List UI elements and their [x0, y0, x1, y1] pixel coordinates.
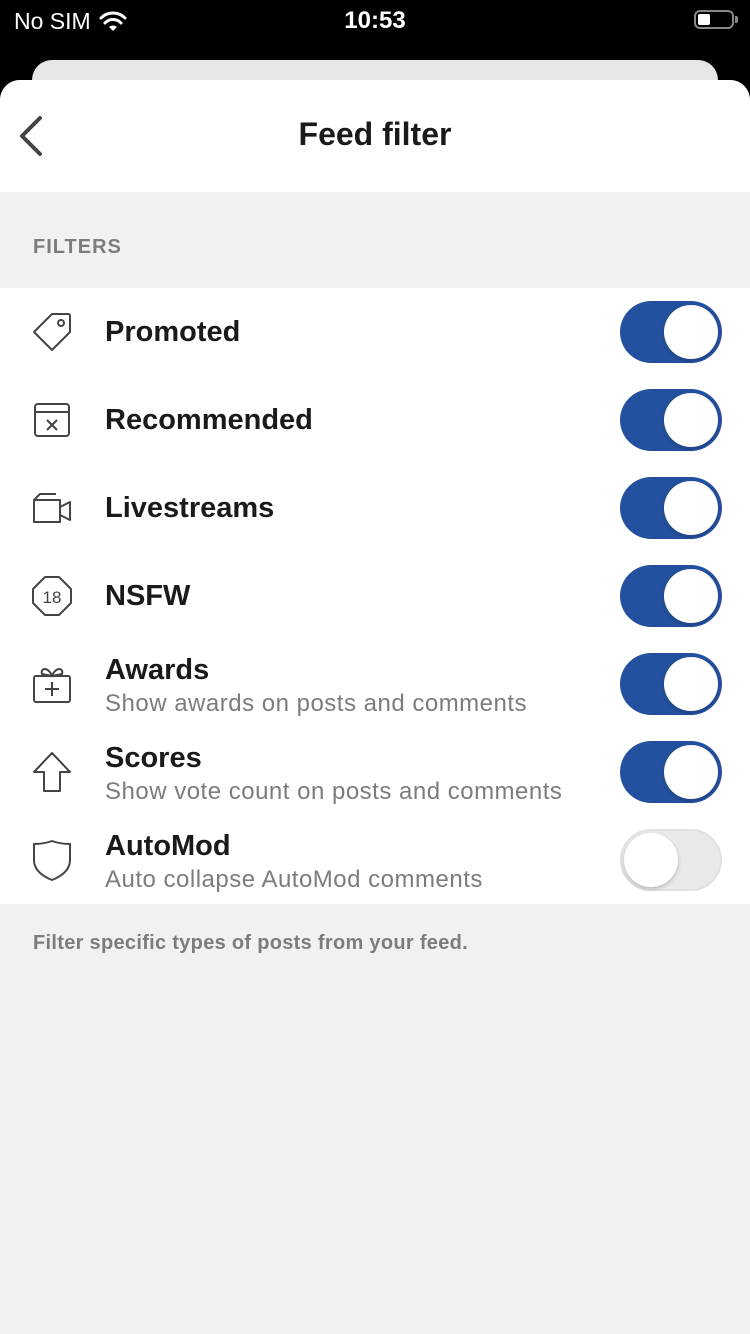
video-camera-icon [33, 493, 71, 523]
page-title: Feed filter [298, 116, 452, 152]
feed-filter-sheet: Feed filter FILTERS Promoted Recommended [0, 80, 750, 1334]
footer-note: Filter specific types of posts from your… [33, 932, 469, 954]
filter-title: Recommended [105, 404, 313, 436]
promoted-toggle[interactable] [620, 301, 722, 363]
filter-row-recommended: Recommended [0, 376, 750, 464]
nsfw-18-icon: 18 [32, 576, 72, 616]
filter-row-scores: Scores Show vote count on posts and comm… [0, 728, 750, 816]
awards-toggle[interactable] [620, 653, 722, 715]
filter-row-automod: AutoMod Auto collapse AutoMod comments [0, 816, 750, 904]
filter-subtitle: Show awards on posts and comments [105, 690, 528, 717]
scores-toggle[interactable] [620, 741, 722, 803]
calendar-x-icon [34, 403, 70, 437]
gift-icon [33, 668, 71, 703]
navigation-bar: Feed filter [0, 80, 750, 192]
filter-row-awards: Awards Show awards on posts and comments [0, 640, 750, 728]
filter-title: NSFW [105, 580, 191, 612]
filter-title: Livestreams [105, 492, 275, 524]
automod-toggle[interactable] [620, 829, 722, 891]
filter-list: Promoted Recommended Livestreams 18 NSFW… [0, 288, 750, 904]
shield-icon [33, 840, 71, 881]
livestreams-toggle[interactable] [620, 477, 722, 539]
status-time: 10:53 [344, 7, 406, 34]
nsfw-toggle[interactable] [620, 565, 722, 627]
recommended-toggle[interactable] [620, 389, 722, 451]
filter-title: AutoMod [105, 830, 231, 862]
battery-icon [694, 10, 738, 29]
filter-title: Scores [105, 742, 202, 774]
filter-row-livestreams: Livestreams [0, 464, 750, 552]
svg-text:18: 18 [43, 588, 62, 607]
filter-row-promoted: Promoted [0, 288, 750, 376]
tag-icon [33, 313, 71, 351]
filter-title: Awards [105, 654, 210, 686]
upvote-arrow-icon [33, 752, 71, 792]
section-header: FILTERS [33, 236, 122, 258]
filter-subtitle: Auto collapse AutoMod comments [105, 866, 483, 893]
filter-row-nsfw: 18 NSFW [0, 552, 750, 640]
filter-title: Promoted [105, 316, 241, 348]
status-bar: No SIM 10:53 [0, 0, 750, 42]
filter-subtitle: Show vote count on posts and comments [105, 778, 563, 805]
